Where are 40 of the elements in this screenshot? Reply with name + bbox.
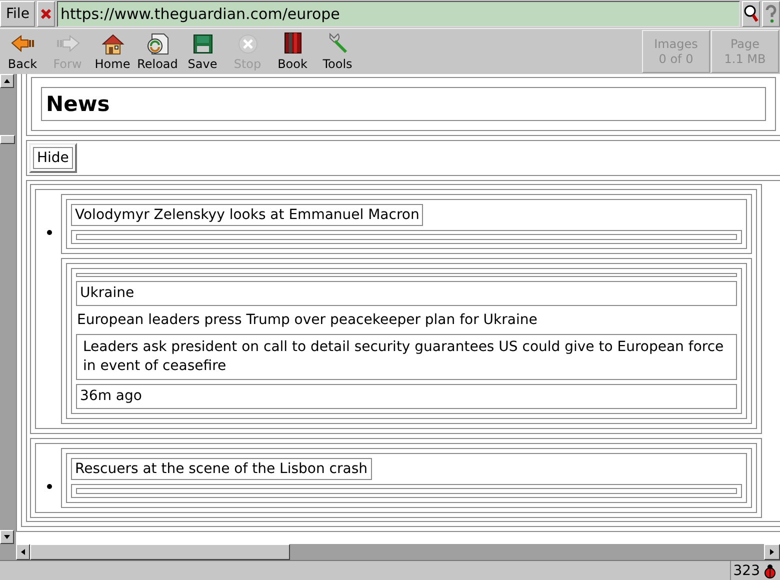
horizontal-scrollbar[interactable] [0, 544, 780, 560]
scrollbar-thumb[interactable] [30, 544, 290, 560]
scroll-down-icon[interactable] [3, 533, 11, 541]
hide-button[interactable]: Hide [29, 143, 77, 173]
image-alt-text: Rescuers at the scene of the Lisbon crash [71, 458, 372, 480]
toolbar-button[interactable]: Home [90, 29, 135, 74]
timestamp-text: 36m ago [76, 384, 737, 409]
scroll-left-icon[interactable] [19, 548, 27, 556]
standfirst-text: Leaders ask president on call to detail security guarantees US could give to European force in event of ceasefire [76, 334, 737, 380]
status-count: 323 [733, 562, 760, 578]
scroll-up-icon[interactable] [3, 77, 11, 85]
file-menu[interactable]: File [0, 1, 36, 27]
ladybug-icon[interactable] [762, 562, 778, 578]
search-button[interactable] [742, 1, 760, 27]
search-icon [743, 4, 759, 24]
book-icon [282, 31, 304, 55]
scroll-right-icon[interactable] [768, 548, 776, 556]
question-mark-icon [765, 4, 777, 24]
toolbar-button[interactable]: Reload [135, 29, 180, 74]
toolbar-button[interactable]: Tools [315, 29, 360, 74]
vertical-scrollbar[interactable] [0, 74, 16, 544]
scrollbar-thumb[interactable] [0, 135, 15, 144]
arrow-right-icon [54, 33, 80, 55]
headline-link[interactable]: European leaders press Trump over peacekeeper plan for Ukraine [76, 310, 737, 330]
close-icon [40, 8, 52, 20]
help-button[interactable] [762, 1, 780, 27]
toolbar-button[interactable]: Book [270, 29, 315, 74]
toolbar-button[interactable]: Back [0, 29, 45, 74]
document-refresh-icon [146, 33, 170, 55]
image-alt-text: Volodymyr Zelenskyy looks at Emmanuel Macron [71, 204, 424, 226]
page-heading: News [41, 87, 766, 121]
url-field[interactable]: https://www.theguardian.com/europe [57, 1, 740, 27]
arrow-left-icon [10, 33, 36, 55]
kicker-text: Ukraine [76, 281, 737, 306]
bullet-icon [47, 484, 52, 489]
clear-url-button[interactable] [37, 1, 56, 27]
bullet-icon [47, 230, 52, 235]
toolbar-button[interactable]: Save [180, 29, 225, 74]
house-icon [100, 33, 124, 55]
stop-icon [236, 33, 258, 55]
